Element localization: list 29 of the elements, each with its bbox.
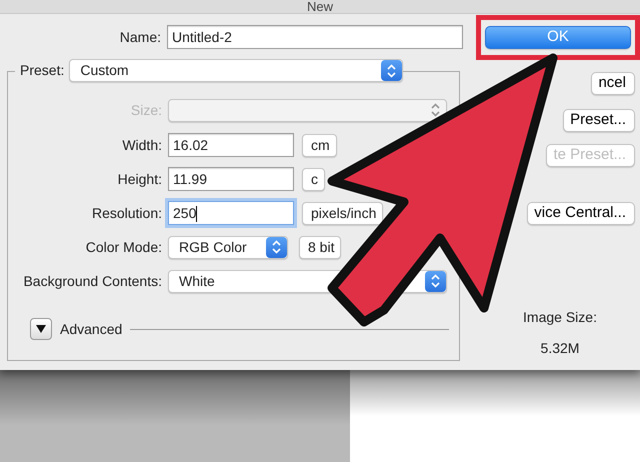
dialog-button[interactable]: ncel xyxy=(591,72,635,95)
number-field[interactable]: 16.02 xyxy=(168,133,294,157)
triangle-icon xyxy=(36,325,46,333)
unit-dropdown[interactable]: c xyxy=(302,168,325,190)
window-title: New xyxy=(306,0,333,14)
image-size-value: 5.32M xyxy=(540,339,580,358)
field-label: Background Contents: xyxy=(22,272,163,291)
advanced-label: Advanced xyxy=(60,320,122,338)
disclosure-button[interactable] xyxy=(30,318,52,340)
field-label: Resolution: xyxy=(90,204,163,222)
dialog-button[interactable]: vice Central... xyxy=(527,202,635,225)
stepper-icon xyxy=(425,270,446,292)
preset-dropdown[interactable]: Custom xyxy=(69,59,404,82)
field-label: Color Mode: xyxy=(84,238,163,256)
stepper-icon xyxy=(381,60,402,81)
depth-dropdown[interactable]: 8 bit xyxy=(299,236,342,258)
preset-label: Preset: xyxy=(15,60,70,81)
stepper-icon xyxy=(266,236,287,258)
mode-dropdown[interactable]: RGB Color xyxy=(168,236,288,258)
unit-dropdown[interactable]: pixels/inch xyxy=(302,202,384,224)
name-label: Name: xyxy=(118,28,162,46)
field-label: Width: xyxy=(121,136,163,154)
name-field[interactable]: Untitled-2 xyxy=(167,25,463,49)
unit-dropdown[interactable]: cm xyxy=(302,134,337,156)
number-field[interactable]: 250 xyxy=(168,201,294,225)
field-label: Height: xyxy=(116,170,163,189)
number-field[interactable]: 11.99 xyxy=(168,167,294,191)
dialog-button[interactable]: Preset... xyxy=(563,109,635,132)
image-size-label: Image Size: xyxy=(522,308,598,327)
